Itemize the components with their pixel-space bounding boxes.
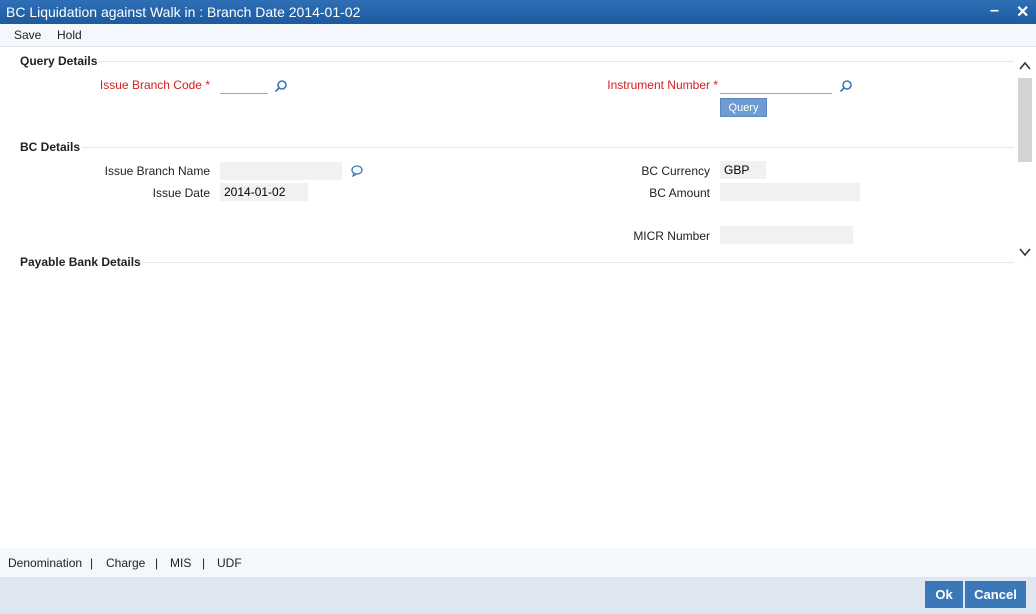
bottom-tabs-bar: Denomination | Charge | MIS | UDF xyxy=(0,548,1036,577)
section-divider xyxy=(82,147,1014,148)
section-divider xyxy=(140,262,1014,263)
tab-mis[interactable]: MIS xyxy=(170,556,191,570)
save-menu-item[interactable]: Save xyxy=(14,28,41,42)
scroll-up-icon[interactable] xyxy=(1018,60,1032,72)
cancel-button[interactable]: Cancel xyxy=(965,581,1026,608)
section-divider xyxy=(98,61,1014,62)
minimize-icon[interactable]: – xyxy=(990,2,999,20)
bc-details-heading: BC Details xyxy=(20,140,81,154)
scroll-down-icon[interactable] xyxy=(1018,246,1032,258)
query-details-heading: Query Details xyxy=(20,54,98,68)
micr-number-label: MICR Number xyxy=(633,229,710,243)
required-mark: * xyxy=(205,78,210,92)
instrument-number-label: Instrument Number * xyxy=(607,78,718,92)
scrollbar-thumb[interactable] xyxy=(1018,78,1032,162)
required-mark: * xyxy=(713,78,718,92)
bc-amount-label: BC Amount xyxy=(649,186,710,200)
query-button[interactable]: Query xyxy=(720,98,767,117)
tab-charge[interactable]: Charge xyxy=(106,556,145,570)
search-icon[interactable] xyxy=(839,79,853,93)
instrument-number-input[interactable] xyxy=(720,76,832,94)
issue-branch-code-input[interactable] xyxy=(220,76,268,94)
close-icon[interactable]: ✕ xyxy=(1016,2,1029,22)
bc-currency-label: BC Currency xyxy=(641,164,710,178)
issue-branch-name-label: Issue Branch Name xyxy=(104,164,210,178)
payable-bank-details-heading: Payable Bank Details xyxy=(20,255,141,269)
search-icon[interactable] xyxy=(274,79,288,93)
issue-date-label: Issue Date xyxy=(152,186,210,200)
menu-bar: Save Hold xyxy=(0,24,1036,47)
window-title: BC Liquidation against Walk in : Branch … xyxy=(6,4,361,20)
issue-branch-code-label: Issue Branch Code * xyxy=(99,78,210,92)
speech-bubble-icon[interactable] xyxy=(350,164,364,178)
vertical-scrollbar[interactable] xyxy=(1016,56,1034,270)
bc-amount-field[interactable] xyxy=(720,183,860,201)
window-titlebar: BC Liquidation against Walk in : Branch … xyxy=(0,0,1036,24)
tab-separator: | xyxy=(90,556,94,570)
ok-button[interactable]: Ok xyxy=(925,581,963,608)
footer-bar: Ok Cancel xyxy=(0,577,1036,614)
tab-denomination[interactable]: Denomination xyxy=(8,556,82,570)
tab-separator: | xyxy=(202,556,206,570)
micr-number-field[interactable] xyxy=(720,226,853,244)
tab-separator: | xyxy=(155,556,159,570)
tab-udf[interactable]: UDF xyxy=(217,556,242,570)
issue-branch-name-field[interactable] xyxy=(220,162,342,180)
issue-date-field[interactable] xyxy=(220,183,308,201)
hold-menu-item[interactable]: Hold xyxy=(57,28,82,42)
bc-currency-field[interactable] xyxy=(720,161,766,179)
